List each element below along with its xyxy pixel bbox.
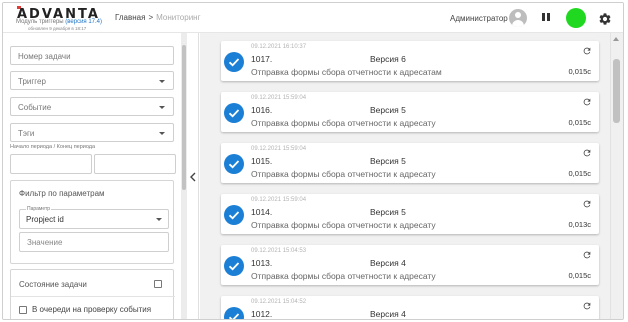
top-header: ADVANTA Модуль триггеры (версия 17.4) об… (3, 3, 623, 33)
param-select[interactable]: Параметр Propject id (19, 206, 169, 229)
check-circle-icon (224, 103, 244, 123)
task-number: 1016. (251, 105, 273, 115)
task-version: Версия 5 (370, 156, 406, 166)
check-circle-icon (224, 52, 244, 72)
task-duration: 0,015с (568, 118, 591, 127)
task-card[interactable]: 09.12.2021 15:04:53 1013. Версия 4 Отправка… (221, 245, 599, 285)
task-number-placeholder: Номер задачи (18, 52, 71, 61)
breadcrumb-home[interactable]: Главная (115, 13, 145, 22)
param-value-input[interactable]: Значение (19, 232, 169, 252)
task-number: 1013. (251, 258, 273, 268)
tags-select[interactable]: Тэги (10, 123, 174, 142)
period-label: Начало периода / Конец периода (10, 144, 96, 150)
task-time: 09.12.2021 16:10:37 (251, 44, 307, 50)
task-duration: 0,015с (568, 169, 591, 178)
period-start-input[interactable] (10, 154, 92, 174)
refresh-icon[interactable] (582, 46, 592, 56)
task-number: 1017. (251, 54, 273, 64)
chevron-down-icon (159, 106, 165, 109)
check-circle-icon (224, 154, 244, 174)
param-value-placeholder: Значение (27, 238, 63, 247)
task-description: Отправка формы сбора отчетности к адреса… (251, 220, 436, 230)
app-window: ADVANTA Модуль триггеры (версия 17.4) об… (2, 2, 624, 320)
chevron-left-icon[interactable] (189, 172, 197, 182)
avatar-icon[interactable] (509, 9, 527, 27)
gear-icon[interactable] (598, 12, 612, 26)
param-filter-panel: Фильтр по параметрам Параметр Propject i… (10, 180, 174, 264)
task-version: Версия 6 (370, 54, 406, 64)
event-select[interactable]: Событие (10, 97, 174, 116)
task-number: 1014. (251, 207, 273, 217)
breadcrumb: Главная > Мониторинг (115, 13, 201, 22)
task-version: Версия 5 (370, 207, 406, 217)
task-version: Версия 4 (370, 309, 406, 319)
task-time: 09.12.2021 15:04:53 (251, 248, 307, 254)
chevron-down-icon (156, 218, 162, 221)
chevron-down-icon (159, 80, 165, 83)
user-name[interactable]: Администратор (450, 14, 508, 23)
filter-sidebar: Номер задачи Триггер Событие Тэги Начало… (3, 33, 181, 319)
event-placeholder: Событие (18, 103, 52, 112)
task-card[interactable]: 09.12.2021 15:59:04 1016. Версия 5 Отправка… (221, 92, 599, 132)
param-filter-title: Фильтр по параметрам (19, 189, 105, 198)
pause-icon-bar (547, 13, 550, 21)
divider (11, 296, 175, 297)
task-state-panel: Состояние задачи В очереди на проверку с… (10, 269, 175, 319)
module-version-link[interactable]: (версия 17.4) (65, 19, 102, 25)
task-card[interactable]: 09.12.2021 15:59:04 1015. Версия 5 Отправка… (221, 143, 599, 183)
tags-placeholder: Тэги (18, 129, 35, 138)
status-indicator[interactable] (566, 8, 586, 28)
task-number: 1015. (251, 156, 273, 166)
period-end-input[interactable] (94, 154, 176, 174)
task-number-input[interactable]: Номер задачи (10, 46, 174, 65)
refresh-icon[interactable] (582, 148, 592, 158)
module-name: Модуль триггеры (16, 19, 66, 25)
task-card[interactable]: 09.12.2021 15:04:52 1012. Версия 4 (221, 296, 599, 319)
task-list: 09.12.2021 16:10:37 1017. Версия 6 Отправка… (200, 33, 610, 319)
pause-button[interactable] (541, 12, 551, 23)
param-select-value: Propject id (26, 215, 64, 224)
task-version: Версия 5 (370, 105, 406, 115)
scroll-up-arrow[interactable] (613, 37, 619, 41)
check-circle-icon (224, 307, 244, 319)
refresh-icon[interactable] (582, 250, 592, 260)
task-state-checkbox[interactable] (154, 280, 162, 288)
queue-label: В очереди на проверку события (32, 305, 152, 314)
check-circle-icon (224, 205, 244, 225)
task-duration: 0,015с (568, 67, 591, 76)
task-duration: 0,015с (568, 271, 591, 280)
task-description: Отправка формы сбора отчетности к адреса… (251, 271, 436, 281)
task-card[interactable]: 09.12.2021 15:59:04 1014. Версия 5 Отправка… (221, 194, 599, 234)
list-scrollbar-thumb[interactable] (613, 59, 620, 123)
task-state-title: Состояние задачи (19, 280, 87, 289)
task-time: 09.12.2021 15:59:04 (251, 146, 307, 152)
task-time: 09.12.2021 15:59:04 (251, 95, 307, 101)
refresh-icon[interactable] (582, 97, 592, 107)
pause-icon (542, 13, 545, 21)
breadcrumb-current: Мониторинг (156, 13, 201, 22)
task-card[interactable]: 09.12.2021 16:10:37 1017. Версия 6 Отправка… (221, 41, 599, 81)
task-time: 09.12.2021 15:59:04 (251, 197, 307, 203)
task-number: 1012. (251, 309, 273, 319)
task-time: 09.12.2021 15:04:52 (251, 299, 307, 305)
breadcrumb-separator: > (148, 13, 154, 22)
queue-checkbox[interactable] (19, 306, 27, 314)
task-description: Отправка формы сбора отчетности к адреса… (251, 67, 442, 77)
sidebar-scrollbar-thumb[interactable] (182, 45, 186, 190)
trigger-placeholder: Триггер (18, 77, 46, 86)
refresh-icon[interactable] (582, 301, 592, 311)
chevron-down-icon (159, 132, 165, 135)
trigger-select[interactable]: Триггер (10, 71, 174, 90)
task-duration: 0,013с (568, 220, 591, 229)
module-info: Модуль триггеры (версия 17.4) (16, 19, 102, 25)
refresh-icon[interactable] (582, 199, 592, 209)
param-select-label: Параметр (26, 206, 52, 212)
task-version: Версия 4 (370, 258, 406, 268)
updated-info: обновлен 9 декабря в 18:17 (28, 26, 87, 31)
check-circle-icon (224, 256, 244, 276)
task-description: Отправка формы сбора отчетности к адреса… (251, 169, 436, 179)
task-description: Отправка формы сбора отчетности к адреса… (251, 118, 436, 128)
